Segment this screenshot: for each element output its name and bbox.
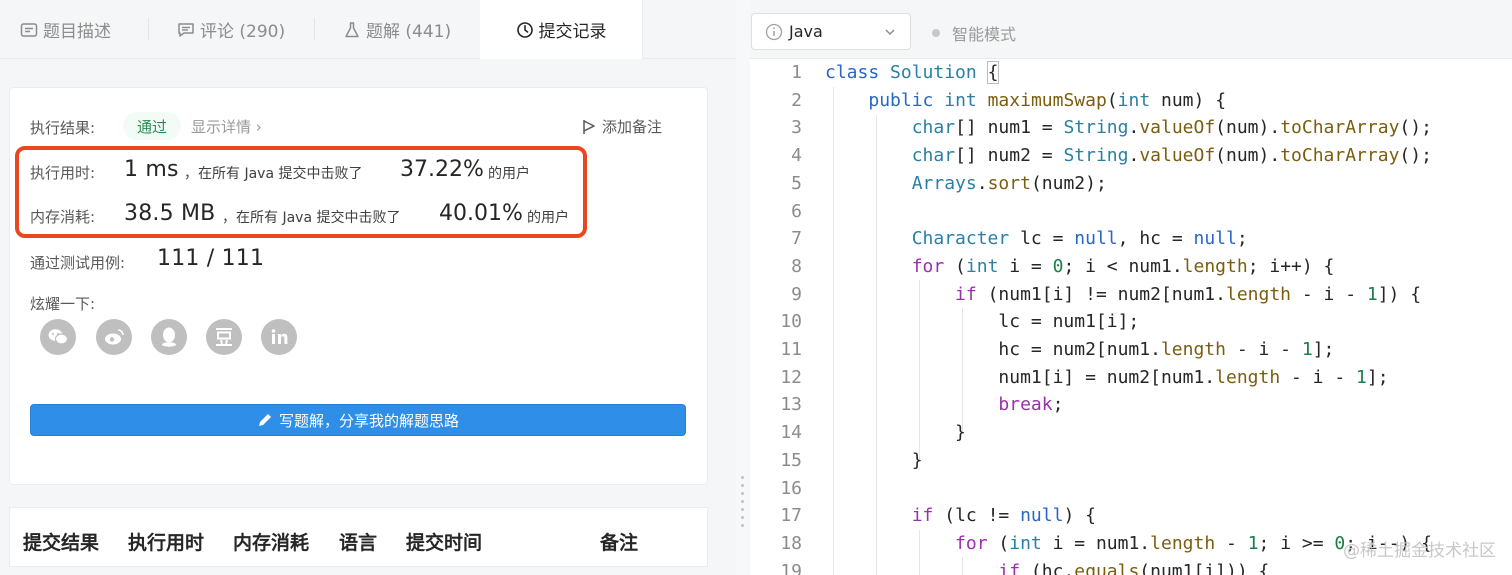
tab-submissions[interactable]: 提交记录 bbox=[480, 0, 643, 59]
douban-icon[interactable] bbox=[206, 319, 242, 355]
show-details-link[interactable]: 显示详情 › bbox=[191, 116, 262, 137]
tab-solutions[interactable]: 题解 (441) bbox=[343, 0, 451, 59]
tests-label: 通过测试用例: bbox=[30, 254, 126, 272]
code-line: 2 public int maximumSwap(int num) { bbox=[791, 89, 1227, 111]
memory-suffix: 的用户 bbox=[527, 210, 569, 226]
status-dot bbox=[932, 29, 940, 37]
info-icon bbox=[765, 23, 783, 40]
tab-divider bbox=[314, 18, 315, 40]
code-area[interactable]: 1 class Solution { 2 public int maximumSw… bbox=[750, 59, 1512, 575]
add-note-button[interactable]: 添加备注 bbox=[582, 116, 662, 137]
watermark: @稀土掘金技术社区 bbox=[1343, 541, 1496, 561]
language-select[interactable]: Java bbox=[751, 13, 911, 50]
code-line: 14 } bbox=[780, 422, 966, 444]
memory-value: 38.5 MB bbox=[124, 201, 216, 226]
qq-icon[interactable] bbox=[151, 319, 187, 355]
runtime-suffix: 的用户 bbox=[488, 166, 530, 182]
column-header-runtime[interactable]: 执行用时 bbox=[128, 528, 204, 555]
column-header-memory[interactable]: 内存消耗 bbox=[233, 528, 309, 555]
flask-icon bbox=[343, 21, 361, 39]
code-line: 7 Character lc = null, hc = null; bbox=[791, 228, 1248, 250]
code-line: 13 break; bbox=[780, 394, 1064, 416]
add-note-label: 添加备注 bbox=[602, 118, 663, 136]
code-line: 8 for (int i = 0; i < num1.length; i++) … bbox=[791, 255, 1335, 277]
tab-divider bbox=[148, 18, 149, 40]
wechat-icon[interactable] bbox=[40, 319, 76, 355]
submissions-table-header: 提交结果 执行用时 内存消耗 语言 提交时间 备注 bbox=[9, 507, 708, 567]
column-header-note[interactable]: 备注 bbox=[600, 528, 638, 555]
panel-resize-handle[interactable] bbox=[741, 476, 745, 536]
tab-bar: 题目描述 评论 (290) 题解 (441) 提交记录 bbox=[0, 0, 736, 59]
language-value: Java bbox=[789, 22, 823, 41]
clock-icon bbox=[516, 21, 534, 39]
runtime-label: 执行用时: bbox=[30, 164, 96, 182]
code-line: 5 Arrays.sort(num2); bbox=[791, 172, 1107, 194]
code-line: 4 char[] num2 = String.valueOf(num).toCh… bbox=[791, 145, 1432, 167]
flag-icon bbox=[583, 119, 595, 134]
code-line: 15 } bbox=[780, 449, 923, 471]
runtime-percent: 37.22% bbox=[400, 157, 484, 182]
code-line: 19 if (hc.equals(num1[i])) { bbox=[780, 560, 1270, 575]
tab-comments[interactable]: 评论 (290) bbox=[177, 0, 285, 59]
column-header-result[interactable]: 提交结果 bbox=[23, 528, 99, 555]
column-header-time[interactable]: 提交时间 bbox=[406, 528, 482, 555]
memory-percent: 40.01% bbox=[439, 201, 523, 226]
share-label: 炫耀一下: bbox=[30, 295, 96, 313]
code-line: 6 bbox=[791, 200, 802, 222]
tab-label: 题目描述 bbox=[43, 22, 111, 42]
chevron-down-icon bbox=[885, 29, 895, 36]
tab-label: 题解 (441) bbox=[366, 22, 452, 42]
column-header-language[interactable]: 语言 bbox=[339, 528, 377, 555]
comment-icon bbox=[177, 21, 195, 39]
code-line: 12 num1[i] = num2[num1.length - i - 1]; bbox=[780, 366, 1389, 388]
description-icon bbox=[20, 21, 38, 39]
pencil-icon bbox=[258, 414, 271, 426]
tests-value: 111 / 111 bbox=[157, 246, 265, 271]
left-panel: 题目描述 评论 (290) 题解 (441) 提交记录 执行结果: 通过 显示详… bbox=[0, 0, 736, 575]
code-line: 3 char[] num1 = String.valueOf(num).toCh… bbox=[791, 117, 1432, 139]
editor-toolbar: Java 智能模式 bbox=[750, 0, 1512, 59]
memory-beat-text: ，在所有 Java 提交中击败了 bbox=[222, 210, 401, 226]
code-line: 10 lc = num1[i]; bbox=[780, 311, 1140, 333]
memory-label: 内存消耗: bbox=[30, 208, 96, 226]
code-line: 11 hc = num2[num1.length - i - 1]; bbox=[780, 339, 1335, 360]
code-line: 1 class Solution { bbox=[791, 61, 1000, 84]
runtime-beat-text: ，在所有 Java 提交中击败了 bbox=[184, 166, 363, 182]
write-solution-label: 写题解，分享我的解题思路 bbox=[278, 411, 459, 430]
weibo-icon[interactable] bbox=[96, 319, 132, 355]
result-label: 执行结果: bbox=[30, 119, 96, 137]
tab-description[interactable]: 题目描述 bbox=[20, 0, 111, 59]
tab-label: 评论 (290) bbox=[200, 22, 286, 42]
smart-mode-label: 智能模式 bbox=[952, 25, 1017, 44]
code-editor-panel: Java 智能模式 1 class Solution { 2 public int… bbox=[750, 0, 1512, 575]
code-line: 16 bbox=[780, 477, 802, 499]
code-line: 9 if (num1[i] != num2[num1.length - i - … bbox=[791, 283, 1422, 305]
linkedin-icon[interactable] bbox=[261, 319, 297, 355]
status-badge: 通过 bbox=[123, 112, 181, 140]
write-solution-button[interactable]: 写题解，分享我的解题思路 bbox=[30, 404, 686, 436]
smart-mode-toggle[interactable]: 智能模式 bbox=[932, 21, 1016, 45]
code-line: 17 if (lc != null) { bbox=[780, 505, 1096, 527]
tab-label: 提交记录 bbox=[538, 22, 607, 42]
runtime-value: 1 ms bbox=[124, 157, 179, 182]
